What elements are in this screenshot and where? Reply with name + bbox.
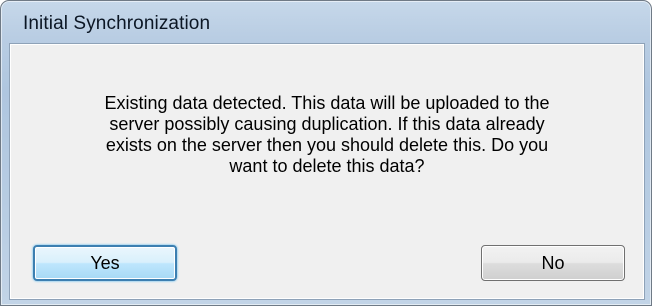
message-line: want to delete this data? xyxy=(229,156,425,176)
dialog-content: Existing data detected. This data will b… xyxy=(9,43,645,300)
yes-button-label: Yes xyxy=(90,252,120,273)
no-button[interactable]: No xyxy=(481,245,625,281)
message-text: Existing data detected. This data will b… xyxy=(32,93,622,177)
message-line: exists on the server then you should del… xyxy=(105,135,549,155)
dialog-window: Initial Synchronization Existing data de… xyxy=(0,0,652,306)
title-bar[interactable]: Initial Synchronization xyxy=(1,1,651,43)
message-line: Existing data detected. This data will b… xyxy=(104,93,550,113)
no-button-label: No xyxy=(541,252,565,273)
yes-button[interactable]: Yes xyxy=(33,245,177,281)
window-title: Initial Synchronization xyxy=(23,13,211,34)
message-line: server possibly causing duplication. If … xyxy=(109,114,545,134)
